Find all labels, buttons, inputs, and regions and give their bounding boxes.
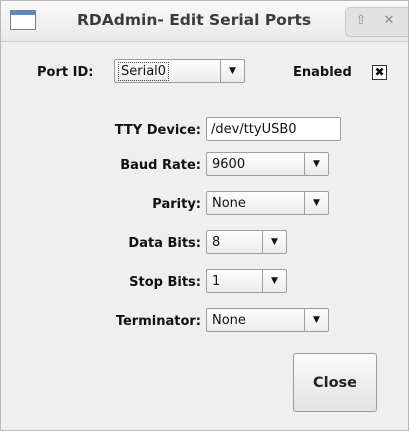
parity-value: None [212, 196, 246, 211]
terminator-label: Terminator: [115, 314, 201, 329]
terminator-value: None [212, 313, 246, 328]
stop-bits-select[interactable]: 1 ▼ [206, 269, 287, 293]
title-bar[interactable]: RDAdmin- Edit Serial Ports ⇧ ✕ [1, 1, 408, 42]
window-icon-bar [11, 11, 35, 15]
chevron-down-icon: ▼ [220, 60, 244, 82]
shade-window-icon[interactable]: ⇧ [352, 12, 370, 30]
terminator-select[interactable]: None ▼ [206, 308, 329, 332]
titlebar-buttons: ⇧ ✕ [345, 7, 408, 37]
window-icon[interactable] [10, 10, 36, 30]
baud-rate-label: Baud Rate: [120, 158, 201, 173]
edit-serial-ports-dialog: RDAdmin- Edit Serial Ports ⇧ ✕ Port ID: … [0, 0, 409, 431]
port-id-value: Serial0 [118, 62, 170, 81]
tty-device-label: TTY Device: [114, 123, 201, 138]
chevron-down-icon: ▼ [304, 309, 328, 331]
enabled-checkbox[interactable]: ✖ [372, 65, 387, 80]
chevron-down-icon: ▼ [304, 153, 328, 175]
stop-bits-label: Stop Bits: [129, 275, 201, 290]
data-bits-select[interactable]: 8 ▼ [206, 230, 287, 254]
close-button[interactable]: Close [293, 353, 377, 412]
chevron-down-icon: ▼ [262, 270, 286, 292]
chevron-down-icon: ▼ [262, 231, 286, 253]
stop-bits-value: 1 [212, 274, 221, 289]
window-title: RDAdmin- Edit Serial Ports [77, 11, 312, 29]
port-id-label: Port ID: [37, 65, 94, 80]
parity-select[interactable]: None ▼ [206, 191, 329, 215]
chevron-down-icon: ▼ [304, 192, 328, 214]
data-bits-value: 8 [212, 235, 221, 250]
close-window-icon[interactable]: ✕ [380, 12, 398, 30]
tty-device-input[interactable] [206, 117, 341, 141]
baud-rate-value: 9600 [212, 157, 246, 172]
baud-rate-select[interactable]: 9600 ▼ [206, 152, 329, 176]
parity-label: Parity: [152, 197, 201, 212]
enabled-label: Enabled [293, 65, 352, 80]
data-bits-label: Data Bits: [128, 236, 201, 251]
port-id-select[interactable]: Serial0 ▼ [114, 59, 245, 83]
